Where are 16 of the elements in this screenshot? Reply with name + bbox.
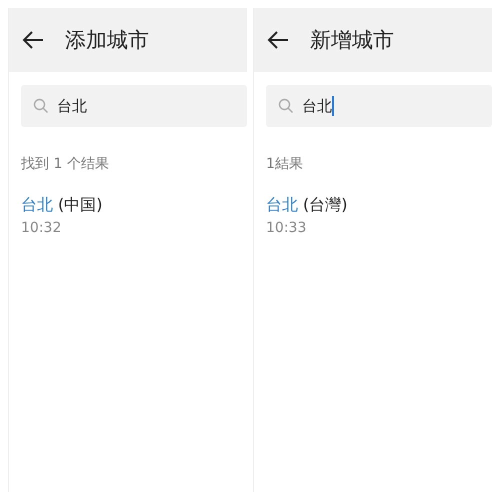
- search-field[interactable]: 台北: [21, 85, 247, 127]
- search-field[interactable]: 台北: [266, 85, 492, 127]
- city-name[interactable]: 台北: [266, 195, 298, 216]
- result-count: 找到 1 个结果: [21, 155, 110, 173]
- page-title: 添加城市: [65, 27, 149, 54]
- local-time: 10:33: [266, 220, 308, 236]
- local-time: 10:32: [21, 220, 62, 236]
- region-name: (台灣): [303, 195, 348, 216]
- back-icon[interactable]: [266, 30, 290, 50]
- result-count: 1結果: [266, 155, 304, 173]
- page-title: 新增城市: [310, 27, 394, 54]
- back-icon[interactable]: [21, 30, 45, 50]
- region-name: (中国): [58, 195, 102, 216]
- search-icon: [278, 98, 294, 114]
- search-icon: [33, 98, 49, 114]
- city-name[interactable]: 台北: [21, 195, 53, 216]
